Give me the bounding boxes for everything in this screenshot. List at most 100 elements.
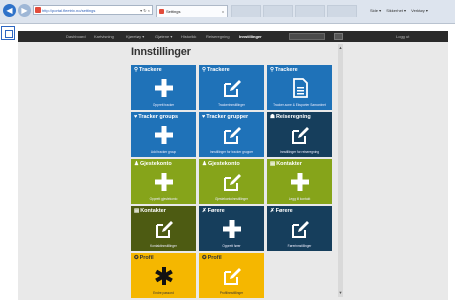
tile-title: ♥Tracker grupper [202,114,248,120]
menu-verktoy[interactable]: Verktøy ▾ [411,8,428,13]
tile-title-label: Tracker groups [138,114,179,120]
tile-title-label: Profil [139,255,154,261]
settings-tile[interactable]: ⚲Trackere Trackerinnstillinger [199,65,264,110]
nav-kjoretoy[interactable]: Kjøretøy ▾ [126,31,144,42]
tile-header-icon: ⚲ [134,67,139,73]
address-bar[interactable]: http://portal.fleetrix.no/settings ▾ ↻ × [33,5,153,15]
tile-header-icon: ⚲ [202,67,207,73]
scrollbar[interactable] [338,44,343,297]
tile-title-label: Kontakter [276,161,302,167]
plus-icon [154,125,174,145]
tile-title-label: Tracker grupper [206,114,249,120]
tile-title: ✪Profil [202,255,222,261]
tile-header-icon: ✪ [202,255,207,261]
settings-tile[interactable]: ✪Profil Profilinnstillinger [199,253,264,298]
settings-tile[interactable]: ♟Gjestekonto Opprett gjestekonto [131,159,196,204]
tab-background-1[interactable] [231,5,261,17]
tile-title-label: Reiseregning [275,114,311,120]
plus-icon [154,172,174,192]
tab-background-3[interactable] [295,5,325,17]
tile-header-icon: ✪ [134,255,139,261]
plus-icon [290,172,310,192]
tab-background-4[interactable] [327,5,357,17]
tile-title-label: Førere [275,208,293,214]
settings-tile[interactable]: ✪Profil Endre passord [131,253,196,298]
edit-icon [154,219,174,239]
page-title: Innstillinger [131,46,191,58]
settings-tile[interactable]: ♟Gjestekonto Gjestekontoinnstillinger [199,159,264,204]
tile-title: ✗Førere [202,208,225,214]
tab-close-icon[interactable]: x [222,6,224,17]
tile-title: ☗Reiseregning [270,114,311,120]
tile-subtitle: Tracker-sone & Eksporter Samordnet [273,103,326,107]
tile-title-label: Førere [207,208,225,214]
scroll-up-icon[interactable]: ▲ [338,45,343,50]
settings-tile[interactable]: ▤Kontakter Kontaktinnstillinger [131,206,196,251]
nav-kartvisning[interactable]: Kartvisning [94,31,114,42]
settings-tile[interactable]: ♥Tracker grupper Innstillinger for tracke… [199,112,264,157]
search-button[interactable] [334,33,343,40]
tile-title: ⚲Trackere [202,67,230,73]
tile-header-icon: ☗ [270,114,275,120]
tab-settings[interactable]: Settings x [156,5,228,17]
back-button[interactable]: ◀ [3,4,16,17]
search-input[interactable] [289,33,325,40]
site-navbar: Dashboard Kartvisning Kjøretøy ▾ Gjøtene… [18,31,448,42]
tab-background-2[interactable] [263,5,293,17]
nav-dashboard[interactable]: Dashboard [66,31,86,42]
settings-tile[interactable]: ▤Kontakter Legg til kontakt [267,159,332,204]
tile-header-icon: ▤ [270,161,276,167]
tile-title: ♥Tracker groups [134,114,178,120]
tab-favicon-icon [159,9,164,14]
tile-title-label: Trackere [139,67,162,73]
tile-subtitle: Profilinnstillinger [219,291,244,295]
tile-title-label: Trackere [207,67,230,73]
tile-header-icon: ⚲ [270,67,275,73]
settings-tile[interactable]: ☗Reiseregning Innstillinger for reiseregn… [267,112,332,157]
favicon-icon [35,7,41,13]
tile-subtitle: Opprett tracker [152,103,175,107]
nav-innstillinger[interactable]: Innstillinger [239,31,262,42]
tile-title: ▤Kontakter [134,208,166,214]
tile-title-label: Gjestekonto [207,161,240,167]
menu-sikkerhet[interactable]: Sikkerhet ▾ [386,8,406,13]
tile-subtitle: Opprett gjestekonto [149,197,178,201]
tile-title-label: Profil [207,255,222,261]
settings-tile[interactable]: ⚲Trackere Opprett tracker [131,65,196,110]
edit-icon [290,219,310,239]
logout-link[interactable]: Logg ut [396,31,409,42]
settings-tile[interactable]: ⚲Trackere Tracker-sone & Eksporter Samord… [267,65,332,110]
tile-header-icon: ♟ [202,161,207,167]
forward-button[interactable]: ▶ [18,4,31,17]
nav-gjotene[interactable]: Gjøtene ▾ [155,31,172,42]
edit-icon [290,125,310,145]
tile-subtitle: Innstillinger for tracker grupper [209,150,254,154]
nav-historikk[interactable]: Historikk [181,31,196,42]
plus-icon [154,78,174,98]
settings-tile[interactable]: ✗Førere Opprett fører [199,206,264,251]
asterisk-icon [154,266,174,286]
menu-side[interactable]: Side ▾ [370,8,381,13]
tile-header-icon: ♥ [202,114,206,120]
edit-icon [222,172,242,192]
tile-subtitle: Endre passord [153,291,174,295]
settings-tile[interactable]: ♥Tracker groups Add tracker group [131,112,196,157]
scroll-down-icon[interactable]: ▼ [338,290,343,295]
tile-title-label: Trackere [275,67,298,73]
tile-header-icon: ✗ [270,208,275,214]
plus-icon [222,219,242,239]
tile-title: ♟Gjestekonto [202,161,240,167]
side-panel-icon[interactable] [1,26,15,40]
command-bar: Side ▾ Sikkerhet ▾ Verktøy ▾ [370,8,432,13]
tile-title: ♟Gjestekonto [134,161,172,167]
tile-subtitle: Gjestekontoinnstillinger [215,197,248,201]
tile-subtitle: Innstillinger for reiseregning [279,150,320,154]
tile-title: ⚲Trackere [270,67,298,73]
tab-title: Settings [166,9,181,14]
tile-subtitle: Opprett fører [222,244,241,248]
nav-reiseregning[interactable]: Reiseregning [206,31,230,42]
address-controls[interactable]: ▾ ↻ × [140,6,150,14]
tile-subtitle: Trackerinnstillinger [218,103,245,107]
edit-icon [222,125,242,145]
settings-tile[interactable]: ✗Førere Førerinnstillinger [267,206,332,251]
